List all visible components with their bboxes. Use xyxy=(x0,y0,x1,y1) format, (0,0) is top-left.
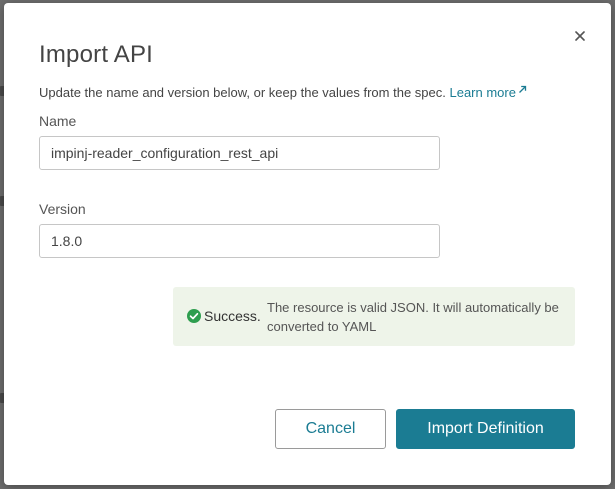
alert-message: The resource is valid JSON. It will auto… xyxy=(267,300,559,334)
close-icon xyxy=(575,31,585,41)
close-button[interactable] xyxy=(571,27,589,45)
dialog-title: Import API xyxy=(39,41,154,68)
dialog-subtitle: Update the name and version below, or ke… xyxy=(39,85,527,100)
learn-more-label: Learn more xyxy=(449,85,516,100)
external-link-icon xyxy=(519,85,527,93)
check-circle-icon xyxy=(187,309,201,323)
name-input[interactable] xyxy=(39,136,440,170)
cancel-button[interactable]: Cancel xyxy=(275,409,386,449)
import-definition-button[interactable]: Import Definition xyxy=(396,409,575,449)
import-api-dialog: Import API Update the name and version b… xyxy=(4,3,611,485)
alert-title: Success. xyxy=(204,308,261,324)
version-input[interactable] xyxy=(39,224,440,258)
subtitle-text: Update the name and version below, or ke… xyxy=(39,85,446,100)
learn-more-link[interactable]: Learn more xyxy=(449,85,527,100)
name-label: Name xyxy=(39,113,77,129)
version-label: Version xyxy=(39,201,86,217)
success-alert: Success. The resource is valid JSON. It … xyxy=(173,287,575,346)
